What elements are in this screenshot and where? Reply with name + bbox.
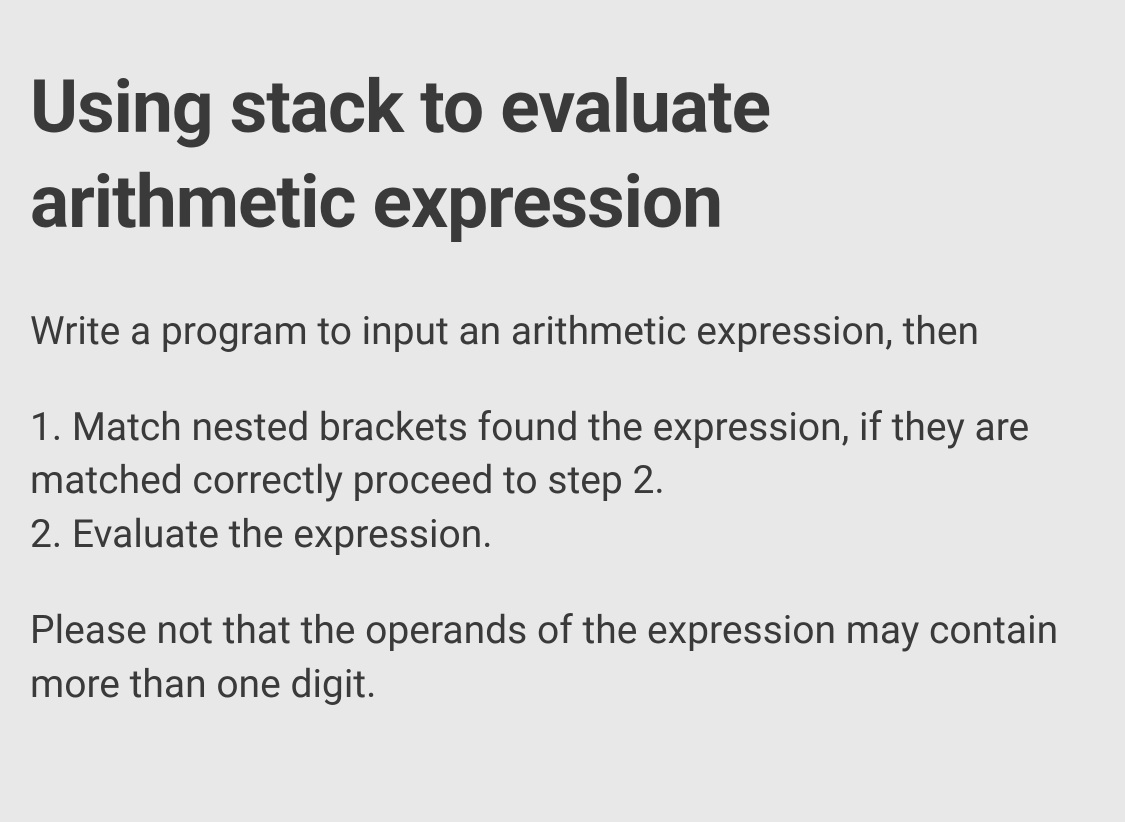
intro-paragraph: Write a program to input an arithmetic e… <box>30 305 1095 359</box>
note-paragraph: Please not that the operands of the expr… <box>30 604 1095 712</box>
steps-paragraph: 1. Match nested brackets found the expre… <box>30 401 1095 562</box>
page-title: Using stack to evaluate arithmetic expre… <box>30 60 1095 250</box>
